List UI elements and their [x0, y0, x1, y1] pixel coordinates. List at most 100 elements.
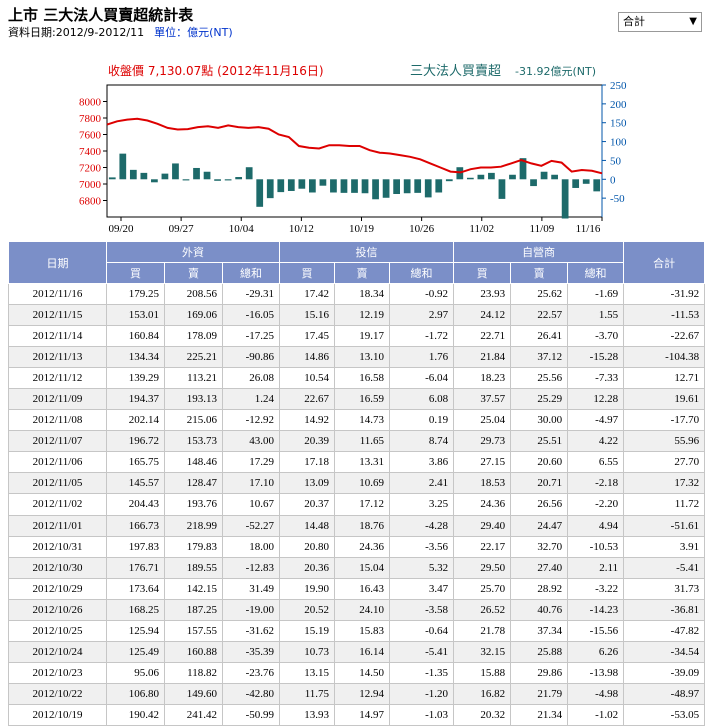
table-cell: 29.86: [510, 661, 569, 684]
table-cell: 197.83: [106, 535, 165, 558]
table-cell: -4.28: [389, 514, 455, 537]
table-cell: 3.86: [389, 451, 455, 474]
header-dealer-net: 總和: [567, 262, 625, 284]
x-tick-label: 09/27: [169, 223, 195, 235]
table-cell: -19.00: [221, 598, 281, 621]
close-price-line: [106, 117, 603, 175]
header-date: 日期: [8, 241, 107, 284]
table-cell: 20.60: [510, 451, 569, 474]
table-cell: -42.80: [221, 682, 281, 705]
net-trade-bar: [403, 179, 411, 194]
table-cell: -7.33: [567, 367, 625, 390]
table-cell: 29.50: [453, 556, 512, 579]
table-cell-date: 2012/11/13: [8, 346, 107, 369]
table-cell: -14.23: [567, 598, 625, 621]
table-cell: 55.96: [623, 430, 706, 453]
net-trade-bar: [361, 179, 369, 194]
table-cell: -2.18: [567, 472, 625, 495]
net-trade-bar: [203, 171, 211, 180]
table-row: 2012/10/22 106.80 149.60 -42.80 11.75 12.94 -1…: [8, 682, 706, 705]
table-cell: -50.99: [221, 703, 281, 726]
net-trade-bar: [445, 179, 453, 182]
table-cell-date: 2012/11/05: [8, 472, 107, 495]
table-cell: -47.82: [623, 619, 706, 642]
period-text: 資料日期:2012/9-2012/11: [8, 26, 145, 39]
table-cell: 10.73: [279, 640, 336, 663]
table-cell: 15.16: [279, 304, 336, 327]
table-cell: 6.55: [567, 451, 625, 474]
table-row: 2012/10/19 190.42 241.42 -50.99 13.93 14.97 -1…: [8, 703, 706, 726]
right-tick-label: 100: [610, 137, 627, 149]
net-trade-bar: [372, 179, 379, 200]
net-trade-bar: [119, 153, 127, 180]
table-cell: 173.64: [106, 577, 165, 600]
table-cell: 18.53: [453, 472, 512, 495]
header-trust-sell: 賣: [334, 262, 391, 284]
net-trade-bar: [382, 179, 390, 198]
table-cell: 31.49: [221, 577, 281, 600]
table-row: 2012/11/05 145.57 128.47 17.10 13.09 10.69 2.4…: [8, 472, 706, 495]
category-select[interactable]: 合計 ▼: [618, 12, 702, 32]
table-cell: -16.05: [221, 304, 281, 327]
table-cell: 24.36: [334, 535, 391, 558]
table-cell: 15.19: [279, 619, 336, 642]
net-trade-bar: [551, 174, 558, 180]
left-tick-label: 7200: [79, 163, 102, 175]
table-cell: 31.73: [623, 577, 706, 600]
table-cell: 13.10: [334, 346, 391, 369]
table-cell: 142.15: [164, 577, 223, 600]
table-cell-date: 2012/10/29: [8, 577, 107, 600]
left-tick-label: 7400: [79, 146, 102, 158]
table-cell-date: 2012/11/16: [8, 282, 107, 306]
header-dealer-buy: 買: [453, 262, 512, 284]
table-cell: 14.48: [279, 514, 336, 537]
table-cell: 26.41: [510, 325, 569, 348]
table-cell: -15.28: [567, 346, 625, 369]
table-cell: 2.97: [389, 304, 455, 327]
net-trade-bar: [151, 179, 158, 183]
x-tick-label: 11/09: [530, 223, 555, 235]
net-trade-bar: [245, 167, 253, 180]
table-cell: -48.97: [623, 682, 706, 705]
table-cell: 29.73: [453, 430, 512, 453]
table-cell: -17.70: [623, 409, 706, 432]
x-tick-label: 11/02: [469, 223, 494, 235]
table-cell: 25.70: [453, 577, 512, 600]
table-cell: -23.76: [221, 661, 281, 684]
table-cell: 16.14: [334, 640, 391, 663]
net-trade-bar: [161, 173, 169, 180]
institutional-trading-chart: 收盤價 7,130.07點 (2012年11月16日) 三大法人買賣超 -31.…: [79, 64, 627, 235]
table-cell: 179.83: [164, 535, 223, 558]
table-cell: 178.09: [164, 325, 223, 348]
table-cell: 128.47: [164, 472, 223, 495]
net-trade-bar: [582, 179, 590, 184]
header-foreign-buy: 買: [106, 262, 165, 284]
table-row: 2012/11/16 179.25 208.56 -29.31 17.42 18.34 -0…: [8, 282, 706, 306]
net-trade-bar: [256, 179, 264, 207]
net-trade-bar: [424, 179, 432, 198]
header-trust: 投信: [279, 241, 455, 263]
close-price-legend: 收盤價 7,130.07點 (2012年11月16日): [108, 64, 324, 78]
left-tick-label: 7000: [79, 179, 102, 191]
table-cell: -22.67: [623, 325, 706, 348]
table-cell: 24.36: [453, 493, 512, 516]
net-trade-bar: [319, 179, 327, 186]
table-cell: 24.47: [510, 514, 569, 537]
net-trade-bar: [593, 179, 601, 192]
table-cell: 4.22: [567, 430, 625, 453]
table-cell: 25.56: [510, 367, 569, 390]
right-tick-label: 150: [610, 118, 627, 130]
table-cell: 27.70: [623, 451, 706, 474]
table-cell: 2.41: [389, 472, 455, 495]
table-row: 2012/11/07 196.72 153.73 43.00 20.39 11.65 8.7…: [8, 430, 706, 453]
table-cell: 145.57: [106, 472, 165, 495]
table-cell: 168.25: [106, 598, 165, 621]
table-cell: -53.05: [623, 703, 706, 726]
table-cell: 13.31: [334, 451, 391, 474]
table-cell: 22.71: [453, 325, 512, 348]
net-trade-bar: [140, 172, 148, 180]
table-cell: -1.02: [567, 703, 625, 726]
net-trade-value: -31.92億元(NT): [515, 65, 596, 78]
unit-text: 單位：億元(NT): [154, 26, 233, 39]
table-cell: 22.17: [453, 535, 512, 558]
